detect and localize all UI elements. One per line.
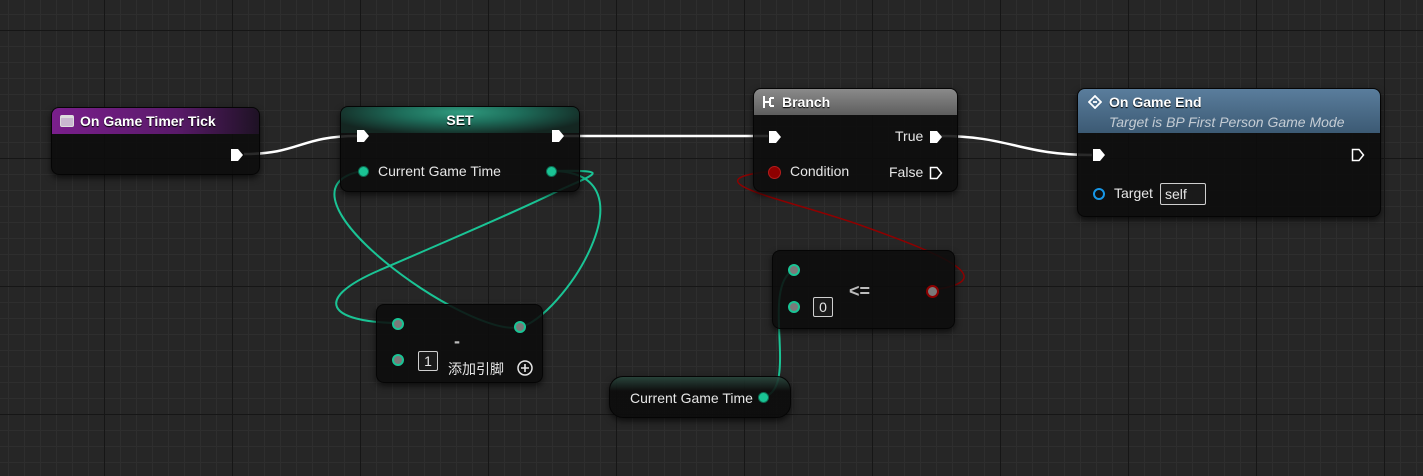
exec-out-pin[interactable] xyxy=(230,148,244,162)
float-wire-subtract-to-set xyxy=(359,175,560,323)
node-title: Branch xyxy=(782,94,831,110)
float-wire-cross-1 xyxy=(335,169,594,324)
compare-b-value-field[interactable]: 0 xyxy=(813,297,833,317)
node-header: Branch xyxy=(754,89,957,115)
function-icon xyxy=(1087,94,1103,110)
exec-out-pin[interactable] xyxy=(551,129,565,143)
false-label: False xyxy=(889,164,924,180)
node-header: On Game Timer Tick xyxy=(52,108,259,134)
getter-label: Current Game Time xyxy=(630,390,753,406)
compare-a-input-pin[interactable] xyxy=(788,264,800,276)
exec-out-pin[interactable] xyxy=(1351,148,1365,162)
node-title: On Game End xyxy=(1109,94,1202,110)
operator-label: - xyxy=(454,331,460,351)
node-title: On Game Timer Tick xyxy=(80,113,216,129)
current-game-time-output-pin[interactable] xyxy=(758,392,769,403)
target-input-pin[interactable] xyxy=(1093,188,1105,200)
event-node-on-game-timer-tick[interactable]: On Game Timer Tick xyxy=(51,107,260,175)
current-game-time-input-pin[interactable] xyxy=(358,166,369,177)
operator-label: <= xyxy=(849,281,871,301)
branch-node[interactable]: Branch True Condition False xyxy=(753,88,958,192)
float-wire-subtract-loop xyxy=(358,171,551,325)
subtract-b-input-pin[interactable] xyxy=(392,354,404,366)
condition-input-pin[interactable] xyxy=(768,166,781,179)
set-variable-node[interactable]: SET Current Game Time xyxy=(340,106,580,192)
exec-in-pin[interactable] xyxy=(356,129,370,143)
target-label: Target xyxy=(1114,185,1153,201)
plus-circle-icon[interactable] xyxy=(517,360,533,376)
compare-output-pin[interactable] xyxy=(926,285,939,298)
get-current-game-time-node[interactable]: Current Game Time xyxy=(609,376,791,418)
exec-wire-true-to-end xyxy=(939,134,1093,157)
condition-label: Condition xyxy=(790,163,850,179)
node-subtitle: Target is BP First Person Game Mode xyxy=(1109,114,1345,130)
current-game-time-output-pin[interactable] xyxy=(546,166,557,177)
exec-in-pin[interactable] xyxy=(1092,148,1106,162)
node-header: On Game End Target is BP First Person Ga… xyxy=(1078,89,1380,133)
target-value-field[interactable]: self xyxy=(1160,183,1206,205)
compare-b-input-pin[interactable] xyxy=(788,301,800,313)
branch-icon xyxy=(762,95,776,109)
less-equal-compare-node[interactable]: 0 <= xyxy=(772,250,955,329)
node-header: SET xyxy=(341,107,579,133)
event-node-icon xyxy=(60,115,74,127)
function-node-on-game-end[interactable]: On Game End Target is BP First Person Ga… xyxy=(1077,88,1381,217)
subtract-b-value-field[interactable]: 1 xyxy=(418,351,438,371)
add-pin-label: 添加引脚 xyxy=(448,361,504,377)
subtract-node[interactable]: - 1 添加引脚 xyxy=(376,304,543,383)
pin-label: Current Game Time xyxy=(378,163,501,179)
false-exec-out-pin[interactable] xyxy=(929,166,943,180)
exec-in-pin[interactable] xyxy=(768,130,782,144)
node-title: SET xyxy=(446,112,474,128)
true-exec-out-pin[interactable] xyxy=(929,130,943,144)
subtract-a-input-pin[interactable] xyxy=(392,318,404,330)
true-label: True xyxy=(895,128,924,144)
subtract-output-pin[interactable] xyxy=(514,321,526,333)
